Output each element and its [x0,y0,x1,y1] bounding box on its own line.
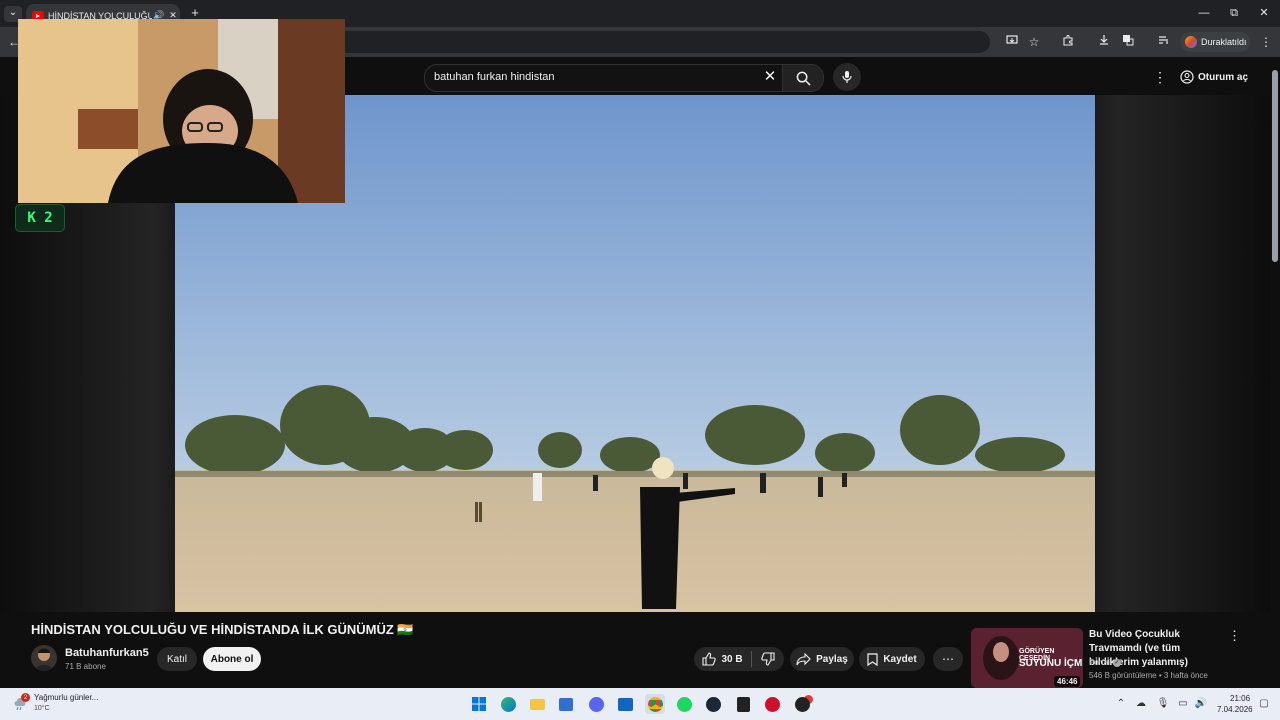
clock-date[interactable]: 7.04.2026 [1217,705,1253,714]
media-controls-icon[interactable] [1154,33,1174,51]
downloads-icon[interactable] [1094,33,1114,51]
search-input[interactable]: batuhan furkan hindistan [434,64,554,90]
channel-avatar[interactable] [31,645,57,671]
share-label: Paylaş [816,653,848,665]
like-button[interactable]: 30 B [694,647,751,671]
install-app-icon[interactable] [1002,33,1022,51]
window-restore-button[interactable]: ⧉ [1222,5,1246,21]
k2-overlay-badge: K 2 [15,204,65,232]
profile-paused-label: Duraklatıldı [1201,37,1247,47]
join-button[interactable]: Katıl [157,647,197,671]
weather-notification-badge: 2 [21,693,30,702]
cloud-sync-icon[interactable]: ☁ [1134,697,1148,711]
webcam-overlay [18,19,345,203]
voice-search-button[interactable] [833,63,861,91]
weather-temperature: 10°C [34,705,50,712]
sign-in-button[interactable]: Oturum aç [1180,66,1256,88]
share-icon [796,652,811,665]
share-button[interactable]: Paylaş [790,647,854,671]
app-red-icon[interactable] [762,694,782,714]
account-icon [1180,70,1194,84]
store-icon[interactable] [556,694,576,714]
steam-icon[interactable] [703,694,723,714]
network-icon[interactable]: ▭ [1176,697,1190,711]
verified-icon: ✓ [1112,658,1121,667]
thumbs-down-icon [761,652,775,666]
file-explorer-icon[interactable] [527,694,547,714]
clock-time[interactable]: 21:06 [1230,694,1250,703]
dislike-button[interactable] [752,647,784,671]
weather-text[interactable]: Yağmurlu günler... [34,693,98,702]
extensions-icon[interactable] [1058,33,1078,51]
epic-games-icon[interactable] [733,694,753,714]
clear-search-icon[interactable]: ✕ [760,64,780,90]
search-button[interactable] [782,64,824,92]
start-icon[interactable] [469,694,489,714]
search-icon [796,71,811,86]
recommended-video-meta: 546 B görüntüleme • 3 hafta önce [1089,671,1208,680]
notification-icon[interactable]: ▢ [1257,697,1271,711]
profile-paused-button[interactable]: Duraklatıldı [1180,32,1250,52]
tray-overflow-icon[interactable]: ⌃ [1114,697,1128,711]
video-title: HİNDİSTAN YOLCULUĞU VE HİNDİSTANDA İLK G… [31,622,414,637]
thumbnail-caption-line2: SUYUNU İÇMEK [1019,658,1083,669]
window-close-button[interactable]: ✕ [1252,5,1276,21]
microphone-tray-icon[interactable]: 🎙 [1156,697,1170,711]
subscriber-count: 71 B abone [65,662,106,671]
volume-icon[interactable]: 🔊 [1194,697,1208,711]
save-button[interactable]: Kaydet [859,647,925,671]
video-duration: 46:46 [1054,676,1081,687]
edge-icon[interactable] [498,694,518,714]
spotify-icon[interactable] [674,694,694,714]
like-dislike-group: 30 B [694,647,784,671]
chrome-icon[interactable] [645,694,665,714]
windows-taskbar [0,688,1280,720]
bookmark-icon [867,652,878,666]
subscribe-button[interactable]: Abone ol [203,647,261,671]
new-tab-button[interactable]: + [188,6,202,20]
recommended-channel-name: Portal [1089,658,1110,667]
microphone-icon [842,71,852,83]
settings-kebab-icon[interactable]: ⋮ [1152,66,1168,88]
browser-menu-icon[interactable]: ⋮ [1256,33,1276,51]
profile-avatar-icon [1185,36,1197,48]
translate-icon[interactable] [1118,33,1138,51]
recommended-channel[interactable]: Portal ✓ [1089,658,1121,667]
like-count: 30 B [721,653,743,665]
app-black-icon[interactable] [792,694,812,714]
discord-icon[interactable] [586,694,606,714]
recommended-menu-icon[interactable]: ⋮ [1228,628,1241,644]
scrollbar-thumb[interactable] [1272,70,1278,262]
window-minimize-button[interactable]: — [1192,5,1216,21]
streamer-webcam-image [18,19,345,203]
outlook-icon[interactable] [615,694,635,714]
sign-in-label: Oturum aç [1198,71,1249,83]
thumbs-up-icon [702,652,717,666]
channel-name[interactable]: Batuhanfurkan5 [65,647,149,659]
more-actions-button[interactable]: ⋯ [933,647,963,671]
bookmark-star-icon[interactable]: ☆ [1024,33,1044,51]
save-label: Kaydet [883,653,917,665]
